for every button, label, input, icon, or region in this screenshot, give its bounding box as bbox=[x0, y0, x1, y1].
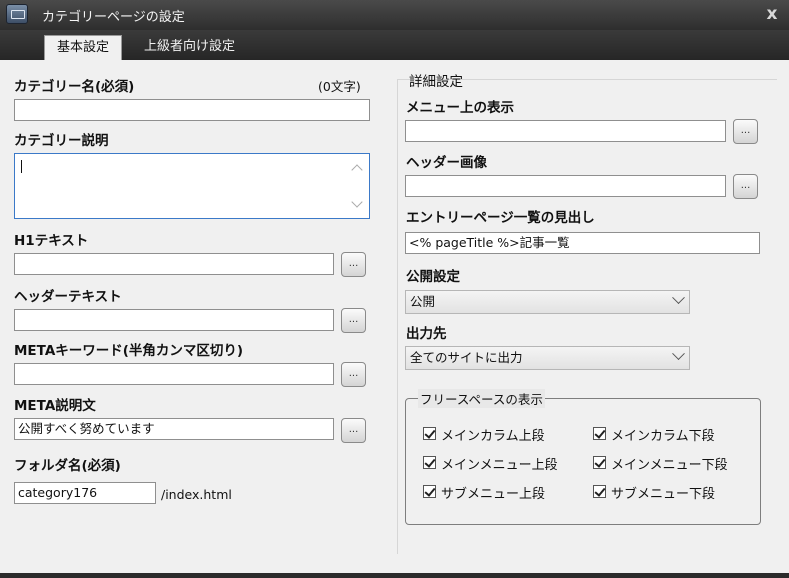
meta-desc-browse-button[interactable]: ... bbox=[341, 418, 366, 443]
checkbox-label-main-column-bottom: メインカラム下段 bbox=[611, 429, 715, 444]
output-target-label: 出力先 bbox=[406, 326, 447, 342]
scroll-down-icon[interactable] bbox=[351, 196, 363, 208]
tab-basic-settings[interactable]: 基本設定 bbox=[44, 35, 123, 60]
header-image-browse-button[interactable]: ... bbox=[733, 174, 758, 199]
freespace-group-title: フリースペースの表示 bbox=[418, 389, 545, 408]
output-target-select[interactable]: 全てのサイトに出力 bbox=[405, 346, 690, 370]
header-image-input[interactable] bbox=[405, 175, 726, 197]
details-section-title: 詳細設定 bbox=[409, 74, 463, 90]
category-name-label: カテゴリー名(必須) bbox=[14, 79, 135, 95]
meta-keywords-label: METAキーワード(半角カンマ区切り) bbox=[14, 343, 244, 359]
publish-setting-label: 公開設定 bbox=[406, 269, 460, 285]
publish-setting-select[interactable]: 公開 bbox=[405, 290, 690, 314]
meta-desc-input[interactable]: 公開すべく努めています bbox=[14, 418, 334, 440]
checkbox-sub-menu-bottom[interactable] bbox=[593, 485, 606, 498]
chevron-down-icon bbox=[672, 291, 685, 305]
tab-advanced-settings[interactable]: 上級者向け設定 bbox=[132, 35, 247, 60]
folder-name-label: フォルダ名(必須) bbox=[14, 458, 121, 474]
category-desc-label: カテゴリー説明 bbox=[14, 133, 109, 149]
checkbox-label-main-column-top: メインカラム上段 bbox=[441, 429, 545, 444]
chevron-down-icon bbox=[672, 347, 685, 361]
checkbox-label-sub-menu-bottom: サブメニュー下段 bbox=[611, 487, 716, 502]
window-title: カテゴリーページの設定 bbox=[42, 10, 185, 25]
folder-suffix: /index.html bbox=[161, 487, 232, 502]
scroll-up-icon[interactable] bbox=[351, 164, 363, 176]
meta-desc-label: META説明文 bbox=[14, 398, 96, 414]
menu-display-browse-button[interactable]: ... bbox=[733, 119, 758, 144]
header-text-browse-button[interactable]: ... bbox=[341, 308, 366, 333]
app-window-icon bbox=[6, 4, 28, 24]
h1-browse-button[interactable]: ... bbox=[341, 252, 366, 277]
checkbox-label-main-menu-top: メインメニュー上段 bbox=[441, 458, 558, 473]
checkbox-sub-menu-top[interactable] bbox=[423, 485, 436, 498]
close-icon[interactable]: x bbox=[761, 3, 783, 25]
header-image-label: ヘッダー画像 bbox=[406, 155, 487, 171]
category-desc-textarea[interactable] bbox=[14, 153, 370, 219]
entry-heading-input[interactable]: <% pageTitle %>記事一覧 bbox=[405, 232, 760, 254]
checkbox-label-sub-menu-top: サブメニュー上段 bbox=[441, 487, 546, 502]
checkbox-main-menu-top[interactable] bbox=[423, 456, 436, 469]
meta-keywords-input[interactable] bbox=[14, 363, 334, 385]
h1-text-label: H1テキスト bbox=[14, 233, 89, 249]
checkbox-main-menu-bottom[interactable] bbox=[593, 456, 606, 469]
header-text-label: ヘッダーテキスト bbox=[14, 289, 122, 305]
output-target-value: 全てのサイトに出力 bbox=[410, 350, 523, 365]
title-bar: カテゴリーページの設定 x bbox=[0, 0, 789, 30]
entry-heading-label: エントリーページ一覧の見出し bbox=[406, 210, 595, 226]
category-name-input[interactable] bbox=[14, 99, 370, 121]
text-caret bbox=[21, 160, 22, 173]
meta-keywords-browse-button[interactable]: ... bbox=[341, 362, 366, 387]
checkbox-main-column-bottom[interactable] bbox=[593, 427, 606, 440]
char-count: (0文字) bbox=[318, 79, 361, 94]
menu-display-label: メニュー上の表示 bbox=[406, 100, 514, 116]
h1-text-input[interactable] bbox=[14, 253, 334, 275]
menu-display-input[interactable] bbox=[405, 120, 726, 142]
bottom-edge bbox=[0, 573, 789, 578]
publish-setting-value: 公開 bbox=[410, 294, 436, 309]
checkbox-main-column-top[interactable] bbox=[423, 427, 436, 440]
header-text-input[interactable] bbox=[14, 309, 334, 331]
checkbox-label-main-menu-bottom: メインメニュー下段 bbox=[611, 458, 728, 473]
tab-bar: 基本設定 上級者向け設定 bbox=[0, 30, 789, 60]
folder-name-input[interactable]: category176 bbox=[14, 482, 156, 504]
